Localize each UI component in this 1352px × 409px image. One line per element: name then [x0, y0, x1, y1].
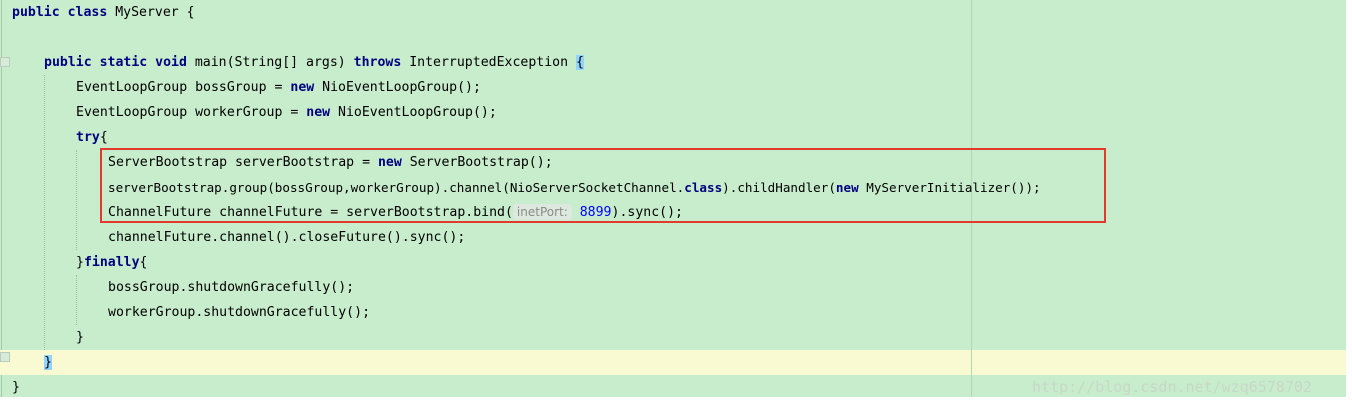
- current-line-highlight: [0, 350, 1346, 375]
- indent-guide: [44, 75, 45, 350]
- code-line-3: public static void main(String[] args) t…: [44, 50, 584, 75]
- code-text: EventLoopGroup workerGroup =: [76, 105, 307, 120]
- keyword: public static void: [44, 55, 195, 70]
- indent-guide: [76, 150, 77, 250]
- code-text: EventLoopGroup bossGroup =: [76, 80, 291, 95]
- code-line-11: }finally{: [76, 250, 147, 275]
- red-highlight-box: [100, 148, 1106, 223]
- keyword: new: [306, 105, 339, 120]
- matched-brace: }: [44, 355, 52, 370]
- keyword: public class: [12, 5, 116, 20]
- code-line-15: }: [44, 350, 52, 375]
- code-line-14: }: [76, 325, 84, 350]
- code-line-10: channelFuture.channel().closeFuture().sy…: [108, 225, 465, 250]
- keyword: finally: [83, 255, 140, 270]
- code-text: bossGroup.shutdownGracefully();: [108, 280, 355, 295]
- indent-guide: [76, 275, 77, 325]
- code-text: NioEventLoopGroup();: [338, 105, 497, 120]
- code-text: InterruptedException: [409, 55, 576, 70]
- code-text: MyServer {: [115, 5, 195, 20]
- code-text: {: [139, 255, 148, 270]
- fold-icon[interactable]: [0, 57, 10, 67]
- code-text: {: [99, 130, 108, 145]
- code-line-4: EventLoopGroup bossGroup = new NioEventL…: [76, 75, 481, 100]
- code-editor[interactable]: public class MyServer { public static vo…: [0, 0, 1346, 397]
- code-line-6: try{: [76, 125, 108, 150]
- code-line-16: }: [12, 375, 20, 397]
- keyword: throws: [353, 55, 410, 70]
- keyword: try: [76, 130, 100, 145]
- code-text: }: [76, 255, 84, 270]
- code-text: channelFuture.channel().closeFuture().sy…: [108, 230, 466, 245]
- code-line-5: EventLoopGroup workerGroup = new NioEven…: [76, 100, 497, 125]
- keyword: new: [290, 80, 323, 95]
- code-text: }: [12, 380, 20, 395]
- code-line-12: bossGroup.shutdownGracefully();: [108, 275, 354, 300]
- code-text: }: [76, 330, 84, 345]
- code-text: NioEventLoopGroup();: [322, 80, 481, 95]
- code-line-1: public class MyServer {: [12, 0, 195, 25]
- fold-icon[interactable]: [0, 352, 10, 362]
- matched-brace: {: [575, 55, 584, 70]
- code-text: workerGroup.shutdownGracefully();: [108, 305, 371, 320]
- code-text: main(String[] args): [194, 55, 354, 70]
- watermark: http://blog.csdn.net/wzq6578702: [1032, 378, 1312, 396]
- code-line-13: workerGroup.shutdownGracefully();: [108, 300, 370, 325]
